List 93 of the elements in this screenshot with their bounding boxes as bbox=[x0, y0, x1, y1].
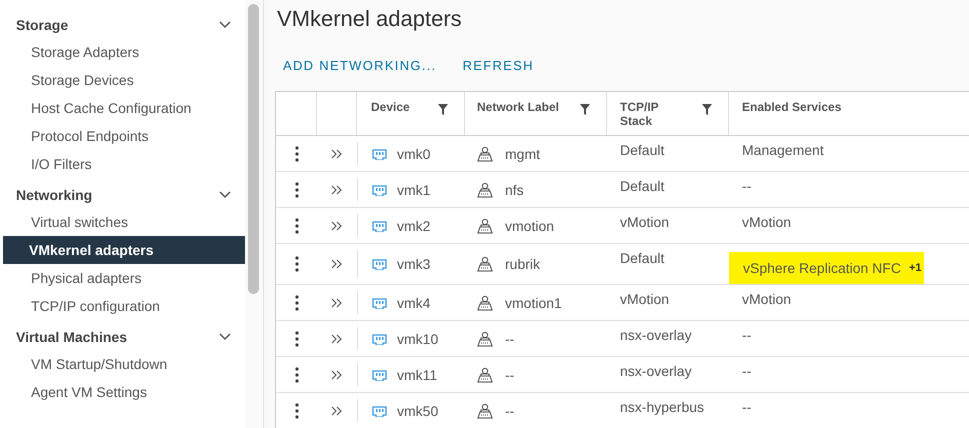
table-cell: vMotion bbox=[742, 291, 792, 307]
table-cell: nfs bbox=[505, 182, 524, 198]
expand-icon[interactable] bbox=[331, 220, 343, 230]
table-cell: -- bbox=[505, 330, 514, 346]
action-button[interactable]: REFRESH bbox=[458, 54, 538, 77]
table-cell: vMotion bbox=[742, 214, 792, 230]
table-cell: -- bbox=[742, 399, 752, 415]
table-cell: vMotion bbox=[620, 291, 670, 307]
sidebar-item[interactable]: Protocol Endpoints bbox=[3, 122, 245, 150]
network-port-icon bbox=[477, 146, 493, 162]
table-cell: rubrik bbox=[505, 256, 540, 272]
chevron-icon[interactable] bbox=[219, 21, 231, 29]
table-cell: Default bbox=[620, 142, 664, 158]
network-port-icon bbox=[477, 402, 493, 418]
network-adapter-icon bbox=[372, 220, 387, 232]
table-cell: nsx-hyperbus bbox=[620, 399, 704, 415]
sidebar-item[interactable]: Host Cache Configuration bbox=[3, 94, 245, 122]
expand-icon[interactable] bbox=[331, 406, 343, 416]
table-cell: vmk1 bbox=[397, 182, 430, 198]
network-port-icon bbox=[477, 256, 493, 272]
table-cell: vMotion bbox=[620, 214, 670, 230]
section-title: Virtual Machines bbox=[16, 329, 128, 345]
more-count[interactable]: +1 bbox=[908, 262, 922, 274]
expand-icon[interactable] bbox=[331, 334, 343, 344]
table-cell: -- bbox=[742, 178, 752, 194]
sidebar-item[interactable]: Agent VM Settings bbox=[3, 378, 245, 406]
more-vertical-icon[interactable] bbox=[294, 402, 298, 418]
expand-icon[interactable] bbox=[331, 370, 343, 380]
network-port-icon bbox=[477, 366, 493, 382]
table-cell: vmk50 bbox=[397, 402, 438, 418]
table-cell: -- bbox=[742, 327, 752, 343]
section-title: Storage bbox=[16, 17, 68, 33]
expand-icon[interactable] bbox=[331, 259, 343, 269]
table-cell: vmk2 bbox=[397, 218, 430, 234]
column-header[interactable]: Enabled Services bbox=[729, 92, 969, 135]
column-header[interactable]: TCP/IP Stack bbox=[607, 92, 729, 135]
filter-icon[interactable] bbox=[438, 104, 448, 115]
network-adapter-icon bbox=[372, 404, 387, 416]
more-vertical-icon[interactable] bbox=[294, 330, 298, 346]
table-cell: vmk3 bbox=[397, 256, 430, 272]
expand-icon[interactable] bbox=[331, 148, 343, 158]
network-port-icon bbox=[477, 182, 493, 198]
sidebar-item[interactable]: VM Startup/Shutdown bbox=[3, 350, 245, 378]
more-vertical-icon[interactable] bbox=[294, 366, 298, 382]
more-vertical-icon[interactable] bbox=[294, 218, 298, 234]
table-cell: -- bbox=[505, 402, 514, 418]
sidebar-item[interactable]: Virtual switches bbox=[3, 208, 245, 236]
more-vertical-icon[interactable] bbox=[294, 146, 298, 162]
expand-icon[interactable] bbox=[331, 184, 343, 194]
more-vertical-icon[interactable] bbox=[294, 294, 298, 310]
table-cell: nsx-overlay bbox=[620, 327, 692, 343]
network-adapter-icon bbox=[372, 368, 387, 380]
scrollbar-thumb[interactable] bbox=[248, 4, 259, 294]
network-adapter-icon bbox=[372, 296, 387, 308]
sidebar-item[interactable]: Physical adapters bbox=[3, 264, 245, 292]
filter-icon[interactable] bbox=[580, 104, 590, 115]
sidebar-item[interactable]: Storage Devices bbox=[3, 66, 245, 94]
column-header[interactable]: Network Label bbox=[465, 92, 607, 135]
filter-icon[interactable] bbox=[702, 104, 712, 115]
sidebar-item[interactable]: I/O Filters bbox=[3, 150, 245, 178]
table-cell: vmk0 bbox=[397, 146, 430, 162]
table-cell: vmotion1 bbox=[505, 294, 562, 310]
expand-icon[interactable] bbox=[331, 298, 343, 308]
table-cell: vmk11 bbox=[397, 366, 438, 382]
sidebar-item[interactable]: TCP/IP configuration bbox=[3, 292, 245, 320]
table-cell: vmotion bbox=[505, 218, 554, 234]
table-cell: mgmt bbox=[505, 146, 540, 162]
more-vertical-icon[interactable] bbox=[294, 182, 298, 198]
more-vertical-icon[interactable] bbox=[294, 256, 298, 272]
table-cell: vmk4 bbox=[397, 294, 430, 310]
column-header[interactable]: Device bbox=[357, 92, 465, 135]
page-title: VMkernel adapters bbox=[277, 6, 463, 32]
network-port-icon bbox=[477, 218, 493, 234]
network-adapter-icon bbox=[372, 148, 387, 160]
chevron-icon[interactable] bbox=[219, 333, 231, 341]
sidebar-item[interactable]: Storage Adapters bbox=[3, 38, 245, 66]
network-port-icon bbox=[477, 294, 493, 310]
network-port-icon bbox=[477, 330, 493, 346]
table-cell: Default bbox=[620, 250, 664, 266]
table-cell: -- bbox=[505, 366, 514, 382]
service-text: vSphere Replication NFC bbox=[743, 260, 901, 276]
network-adapter-icon bbox=[372, 332, 387, 344]
table-cell: Default bbox=[620, 178, 664, 194]
table-cell: vmk10 bbox=[397, 330, 438, 346]
chevron-icon[interactable] bbox=[219, 191, 231, 199]
network-adapter-icon bbox=[372, 184, 387, 196]
table-cell: nsx-overlay bbox=[620, 363, 692, 379]
sidebar-item[interactable]: VMkernel adapters bbox=[3, 236, 245, 264]
action-button[interactable]: ADD NETWORKING... bbox=[279, 54, 441, 77]
network-adapter-icon bbox=[372, 258, 387, 270]
section-title: Networking bbox=[16, 187, 92, 203]
table-cell: Management bbox=[742, 142, 824, 158]
table-cell: -- bbox=[742, 363, 752, 379]
